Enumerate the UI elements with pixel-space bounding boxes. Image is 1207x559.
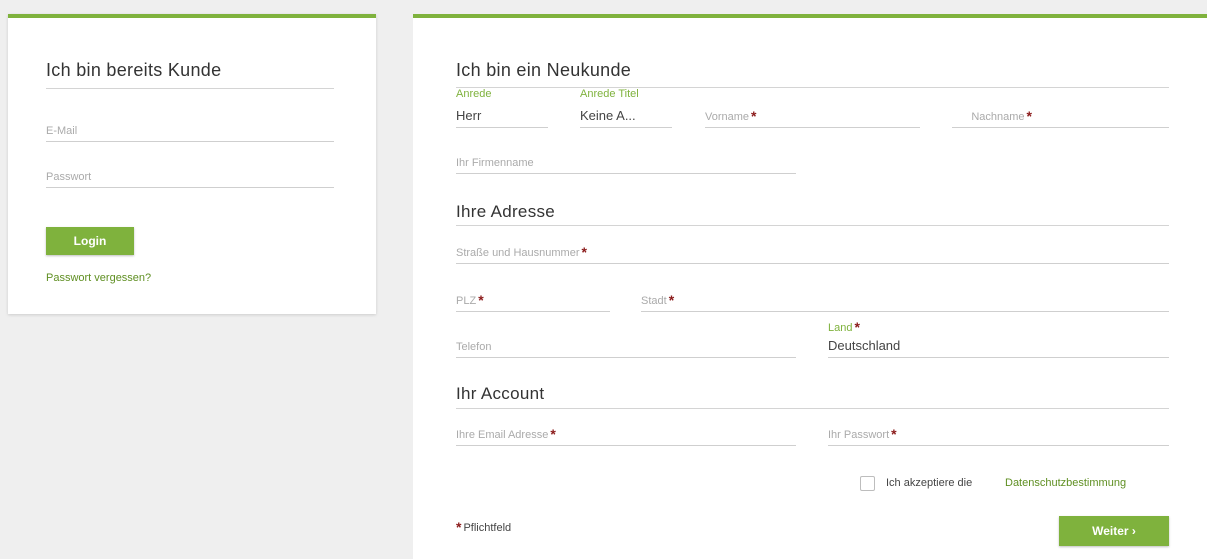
plz-placeholder: PLZ *: [456, 292, 484, 308]
anrede-titel-select[interactable]: Anrede Titel Keine A...: [580, 88, 672, 128]
login-email-placeholder: E-Mail: [46, 125, 78, 137]
address-heading: Ihre Adresse: [456, 202, 556, 221]
telefon-input[interactable]: Telefon: [456, 328, 796, 358]
anrede-select[interactable]: Anrede Herr: [456, 88, 548, 128]
login-button[interactable]: Login: [46, 227, 134, 255]
login-password-placeholder: Passwort: [46, 171, 92, 183]
land-value: Deutschland: [828, 338, 901, 353]
nachname-input[interactable]: Nachname *: [952, 98, 1169, 128]
login-password-input[interactable]: Passwort: [46, 160, 334, 188]
register-heading-divider: [456, 87, 1169, 88]
continue-button[interactable]: Weiter ›: [1059, 516, 1169, 546]
login-email-input[interactable]: E-Mail: [46, 114, 334, 142]
privacy-text: Ich akzeptiere die: [886, 477, 973, 489]
register-card: Ich bin ein Neukunde Anrede Herr Anrede …: [413, 14, 1207, 559]
street-placeholder: Straße und Hausnummer *: [456, 244, 587, 260]
account-heading-divider: [456, 408, 1169, 409]
account-email-placeholder: Ihre Email Adresse *: [456, 426, 556, 442]
nachname-placeholder: Nachname *: [971, 108, 1032, 124]
required-note: * Pflichtfeld: [456, 519, 512, 535]
account-email-input[interactable]: Ihre Email Adresse *: [456, 416, 796, 446]
account-password-input[interactable]: Ihr Passwort *: [828, 416, 1169, 446]
anrede-titel-label: Anrede Titel: [580, 88, 639, 100]
stadt-placeholder: Stadt *: [641, 292, 675, 308]
street-input[interactable]: Straße und Hausnummer *: [456, 234, 1169, 264]
login-heading: Ich bin bereits Kunde: [46, 60, 222, 80]
login-card: Ich bin bereits Kunde E-Mail Passwort Lo…: [8, 14, 376, 314]
anrede-label: Anrede: [456, 88, 492, 100]
login-heading-divider: [46, 88, 334, 89]
anrede-titel-value: Keine A...: [580, 108, 636, 123]
land-label: Land *: [828, 319, 860, 335]
land-select[interactable]: Land * Deutschland: [828, 318, 1169, 358]
privacy-link[interactable]: Datenschutzbestimmung: [1005, 477, 1126, 489]
telefon-placeholder: Telefon: [456, 341, 492, 353]
account-password-placeholder: Ihr Passwort *: [828, 426, 897, 442]
plz-input[interactable]: PLZ *: [456, 282, 610, 312]
stadt-input[interactable]: Stadt *: [641, 282, 1169, 312]
forgot-password-link[interactable]: Passwort vergessen?: [46, 272, 151, 284]
register-heading: Ich bin ein Neukunde: [456, 60, 632, 80]
firmenname-placeholder: Ihr Firmenname: [456, 157, 534, 169]
anrede-value: Herr: [456, 108, 482, 123]
firmenname-input[interactable]: Ihr Firmenname: [456, 146, 796, 174]
vorname-placeholder: Vorname *: [705, 108, 757, 124]
privacy-checkbox[interactable]: [860, 476, 875, 491]
account-heading: Ihr Account: [456, 384, 545, 403]
vorname-input[interactable]: Vorname *: [705, 98, 920, 128]
address-heading-divider: [456, 225, 1169, 226]
